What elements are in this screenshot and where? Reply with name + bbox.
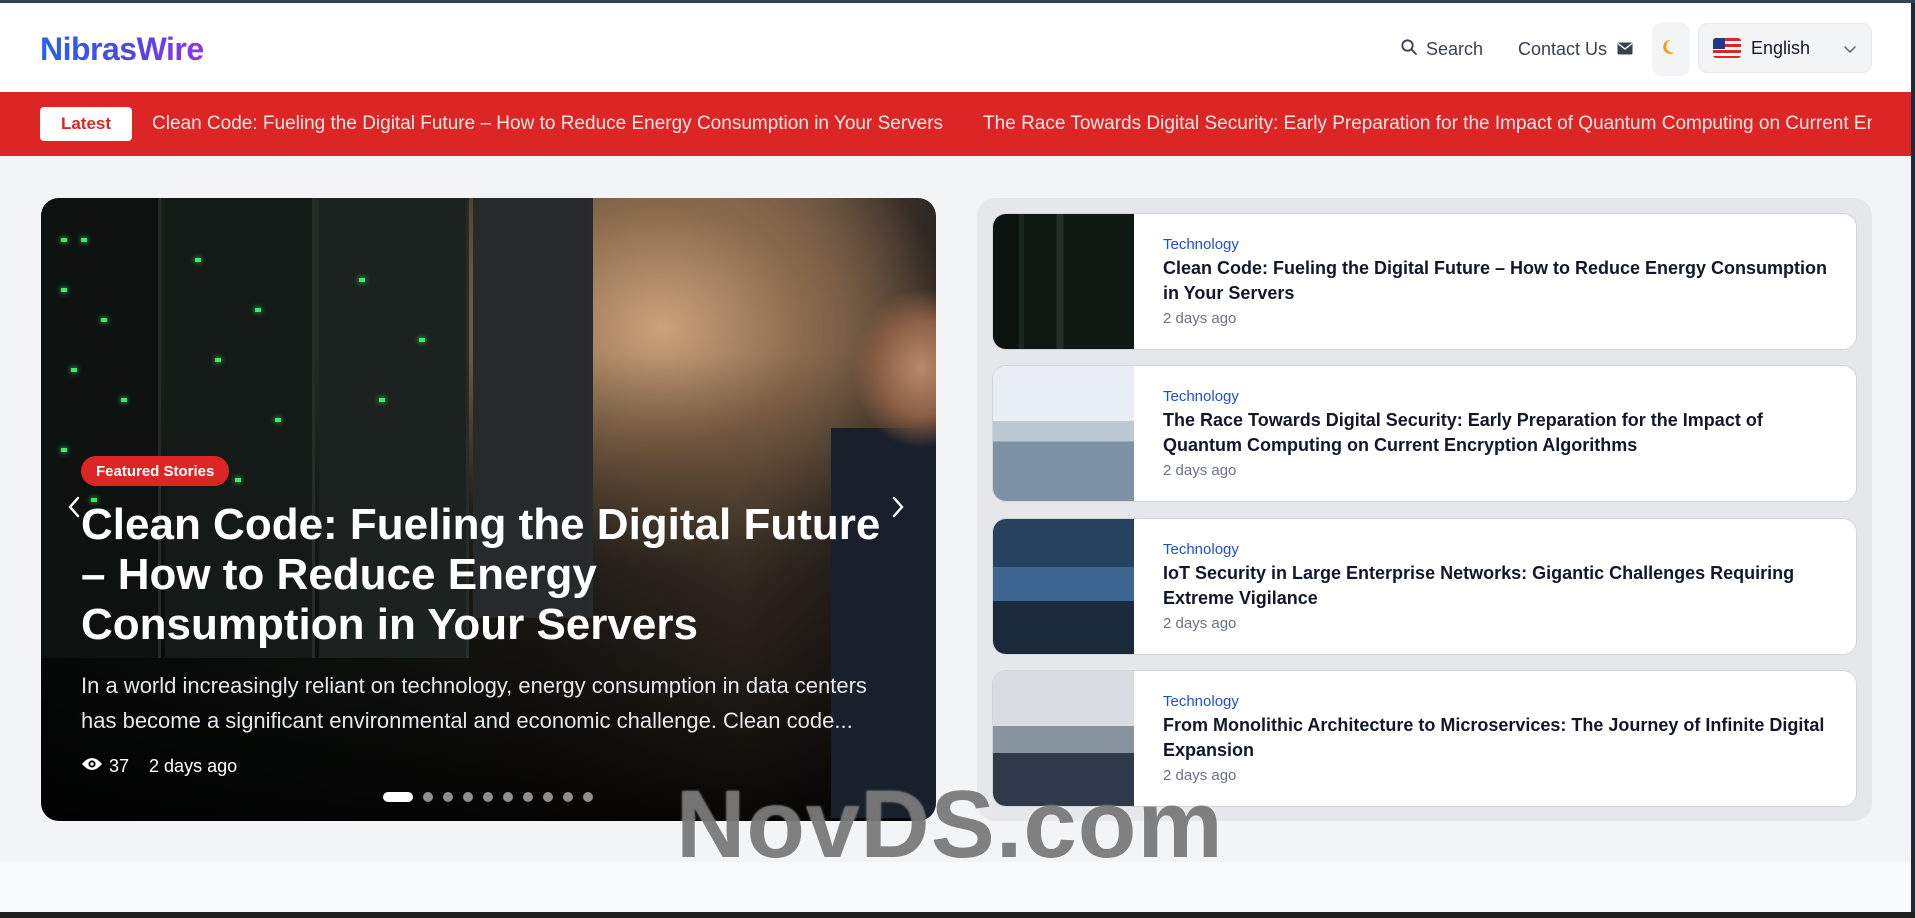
ticker-item[interactable]: Clean Code: Fueling the Digital Future –… [152,113,943,135]
moon-icon [1662,38,1680,61]
latest-badge: Latest [40,107,132,141]
hero-title[interactable]: Clean Code: Fueling the Digital Future –… [81,500,881,650]
site-header: NibrasWire Search Contact Us English [0,3,1911,92]
prev-slide-button[interactable] [59,494,89,524]
next-slide-button[interactable] [883,494,913,524]
eye-icon [81,756,103,777]
article-card[interactable]: Technology Clean Code: Fueling the Digit… [992,213,1857,350]
slide-indicators [383,792,593,802]
slide-dot[interactable] [543,792,553,802]
hero-time: 2 days ago [149,756,238,776]
ticker-item[interactable]: The Race Towards Digital Security: Early… [983,113,1872,135]
page-scrollbar[interactable] [1911,3,1915,918]
slide-dot[interactable] [583,792,593,802]
article-thumbnail [993,214,1134,349]
envelope-icon [1617,39,1633,60]
ticker-track: Clean Code: Fueling the Digital Future –… [152,92,1872,156]
slide-dot[interactable] [383,792,413,802]
slide-dot[interactable] [563,792,573,802]
article-title[interactable]: The Race Towards Digital Security: Early… [1163,408,1843,458]
article-title[interactable]: Clean Code: Fueling the Digital Future –… [1163,256,1843,306]
search-icon [1400,38,1418,61]
chevron-right-icon [891,496,905,523]
us-flag-icon [1713,38,1741,58]
latest-ticker: Latest Clean Code: Fueling the Digital F… [0,92,1911,156]
watermark: NovDS.com [676,771,1224,878]
article-title[interactable]: IoT Security in Large Enterprise Network… [1163,561,1843,611]
theme-toggle-button[interactable] [1652,22,1690,76]
search-label: Search [1426,38,1484,59]
window-bottom-border [0,912,1915,918]
hero-meta: 37 2 days ago [81,756,237,777]
article-thumbnail [993,519,1134,654]
search-button[interactable]: Search [1400,36,1483,62]
site-logo[interactable]: NibrasWire [40,31,204,68]
views-count: 37 [81,756,129,777]
language-select[interactable]: English [1698,23,1872,73]
slide-dot[interactable] [523,792,533,802]
featured-slider[interactable]: Featured Stories Clean Code: Fueling the… [41,198,936,821]
hero-excerpt: In a world increasingly reliant on techn… [81,673,867,733]
views-value: 37 [109,756,130,776]
article-title[interactable]: From Monolithic Architecture to Microser… [1163,713,1843,763]
latest-articles-list: Technology Clean Code: Fueling the Digit… [977,198,1872,821]
article-time: 2 days ago [1163,462,1237,479]
article-category[interactable]: Technology [1163,693,1239,710]
article-card[interactable]: Technology IoT Security in Large Enterpr… [992,518,1857,655]
article-category[interactable]: Technology [1163,541,1239,558]
chevron-left-icon [67,496,81,523]
slide-dot[interactable] [423,792,433,802]
language-label: English [1751,37,1811,58]
contact-label: Contact Us [1518,38,1608,59]
slide-dot[interactable] [483,792,493,802]
contact-link[interactable]: Contact Us [1518,36,1633,62]
featured-badge: Featured Stories [81,456,230,486]
article-thumbnail [993,366,1134,501]
slide-dot[interactable] [443,792,453,802]
article-time: 2 days ago [1163,310,1237,327]
article-category[interactable]: Technology [1163,388,1239,405]
article-category[interactable]: Technology [1163,236,1239,253]
slide-dot[interactable] [503,792,513,802]
article-card[interactable]: Technology The Race Towards Digital Secu… [992,365,1857,502]
chevron-down-icon [1843,40,1857,61]
article-time: 2 days ago [1163,615,1237,632]
slide-dot[interactable] [463,792,473,802]
